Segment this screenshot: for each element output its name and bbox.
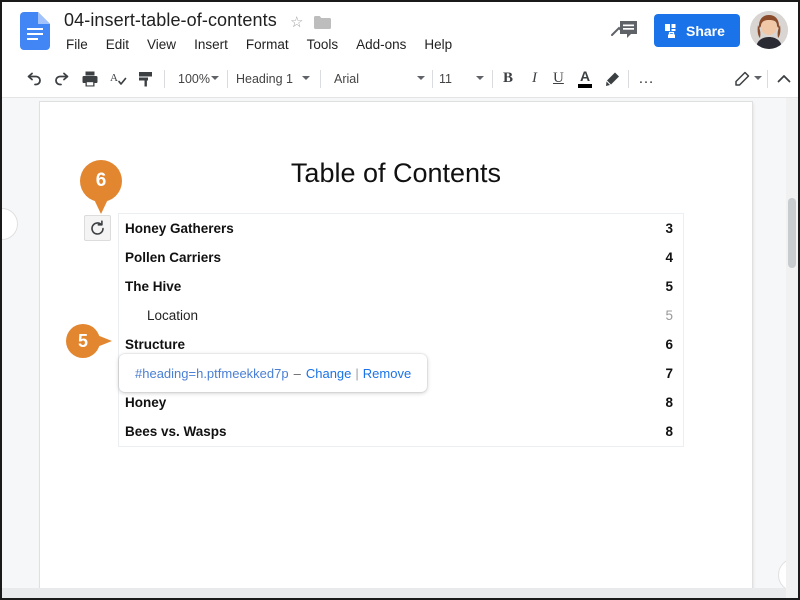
toc-entry-label[interactable]: Honey Gatherers [125, 221, 234, 236]
zoom-level[interactable]: 100% [178, 72, 210, 86]
toolbar-divider [767, 70, 768, 88]
callout-badge-6: 6 [80, 160, 122, 214]
link-remove-button[interactable]: Remove [363, 366, 411, 381]
underline-button[interactable]: U [553, 70, 564, 87]
folder-icon[interactable] [314, 16, 331, 29]
font-size-value[interactable]: 11 [439, 72, 452, 86]
redo-icon[interactable] [52, 69, 72, 89]
avatar[interactable] [750, 11, 788, 49]
toc-entry-label[interactable]: The Hive [125, 279, 181, 294]
star-icon[interactable]: ☆ [290, 15, 303, 30]
paragraph-style-value[interactable]: Heading 1 [236, 72, 293, 86]
menu-item-file[interactable]: File [64, 35, 97, 54]
link-url: #heading=h.ptfmeekked7p [135, 365, 289, 381]
toc-entry[interactable]: Bees vs. Wasps 8 [119, 417, 683, 446]
toc-entry[interactable]: Location 5 [119, 301, 683, 330]
hide-outline-button[interactable] [2, 208, 18, 240]
share-lock-icon [664, 23, 680, 39]
toc-entry-page: 8 [665, 395, 673, 410]
app-header: 04-insert-table-of-contents ☆ File Edit … [2, 2, 798, 60]
share-button-label: Share [686, 22, 725, 39]
refresh-toc-button[interactable] [84, 215, 111, 241]
pencil-icon[interactable] [732, 69, 752, 89]
edit-mode-caret[interactable] [754, 76, 762, 80]
toolbar-divider [432, 70, 433, 88]
toolbar-divider [164, 70, 165, 88]
menu-item-tools[interactable]: Tools [298, 35, 348, 54]
italic-button[interactable]: I [532, 70, 537, 87]
toc-entry-label[interactable]: Bees vs. Wasps [125, 424, 227, 439]
toc-entry-page: 5 [665, 279, 673, 294]
toc-entry-label[interactable]: Location [147, 308, 198, 323]
spellcheck-icon[interactable]: A [108, 69, 128, 89]
bold-button[interactable]: B [503, 70, 513, 87]
menu-item-help[interactable]: Help [415, 35, 461, 54]
link-change-button[interactable]: Change [306, 366, 352, 381]
svg-text:A: A [110, 72, 118, 84]
zoom-dropdown-caret[interactable] [211, 76, 219, 80]
menu-item-view[interactable]: View [138, 35, 185, 54]
toc-entry-page: 6 [665, 337, 673, 352]
callout-badge-5: 5 [66, 324, 112, 358]
toc-entry[interactable]: Honey 8 [119, 388, 683, 417]
print-icon[interactable] [80, 69, 100, 89]
toolbar-divider [320, 70, 321, 88]
link-tooltip: #heading=h.ptfmeekked7p – Change | Remov… [119, 354, 428, 392]
font-family-caret[interactable] [417, 76, 425, 80]
paint-format-icon[interactable] [136, 69, 156, 89]
toc-entry[interactable]: The Hive 5 [119, 272, 683, 301]
formatting-toolbar: A 100% Heading 1 Arial 11 B I U A … [2, 60, 798, 98]
toc-entry-page: 8 [665, 424, 673, 439]
callout-badge-5-label: 5 [77, 330, 88, 351]
menu-item-addons[interactable]: Add-ons [347, 35, 415, 54]
toc-entry-label[interactable]: Structure [125, 337, 185, 352]
more-options-button[interactable]: … [638, 70, 655, 88]
canvas-bottom-strip [2, 588, 798, 598]
google-docs-window: 04-insert-table-of-contents ☆ File Edit … [0, 0, 800, 600]
undo-icon[interactable] [24, 69, 44, 89]
page-title: Table of Contents [290, 158, 502, 188]
comment-icon[interactable] [618, 19, 642, 41]
toolbar-divider [492, 70, 493, 88]
link-separator: – [293, 365, 301, 381]
menu-item-edit[interactable]: Edit [97, 35, 138, 54]
text-color-button[interactable]: A [578, 69, 592, 88]
vertical-scrollbar-track[interactable] [786, 98, 798, 598]
toc-entry[interactable]: Pollen Carriers 4 [119, 243, 683, 272]
document-page: Table of Contents Honey Gatherers 3 Poll… [40, 102, 752, 598]
refresh-icon [91, 219, 104, 235]
text-color-swatch [578, 84, 592, 88]
text-color-label: A [579, 68, 591, 84]
font-family-value[interactable]: Arial [334, 72, 359, 86]
toc-entry-page: 4 [665, 250, 673, 265]
toc-entry-page: 5 [665, 308, 673, 323]
toc-entry-label[interactable]: Honey [125, 395, 166, 410]
toc-entry-label[interactable]: Pollen Carriers [125, 250, 221, 265]
font-size-caret[interactable] [476, 76, 484, 80]
link-pipe: | [355, 365, 359, 381]
google-docs-icon[interactable] [20, 12, 50, 50]
toc-entry[interactable]: Honey Gatherers 3 [119, 214, 683, 243]
callout-badge-6-label: 6 [95, 170, 107, 191]
menu-item-insert[interactable]: Insert [185, 35, 237, 54]
menu-item-format[interactable]: Format [237, 35, 298, 54]
document-title[interactable]: 04-insert-table-of-contents [64, 10, 277, 31]
chevron-up-icon[interactable] [774, 69, 794, 89]
highlighter-icon[interactable] [602, 69, 622, 89]
toolbar-divider [227, 70, 228, 88]
toc-entry-page: 7 [665, 366, 673, 381]
vertical-scrollbar-thumb[interactable] [788, 198, 796, 268]
menu-bar: File Edit View Insert Format Tools Add-o… [64, 35, 461, 54]
table-of-contents[interactable]: Honey Gatherers 3 Pollen Carriers 4 The … [118, 213, 684, 447]
paragraph-style-caret[interactable] [302, 76, 310, 80]
share-button[interactable]: Share [654, 14, 740, 47]
toc-entry-page: 3 [665, 221, 673, 236]
toolbar-divider [628, 70, 629, 88]
